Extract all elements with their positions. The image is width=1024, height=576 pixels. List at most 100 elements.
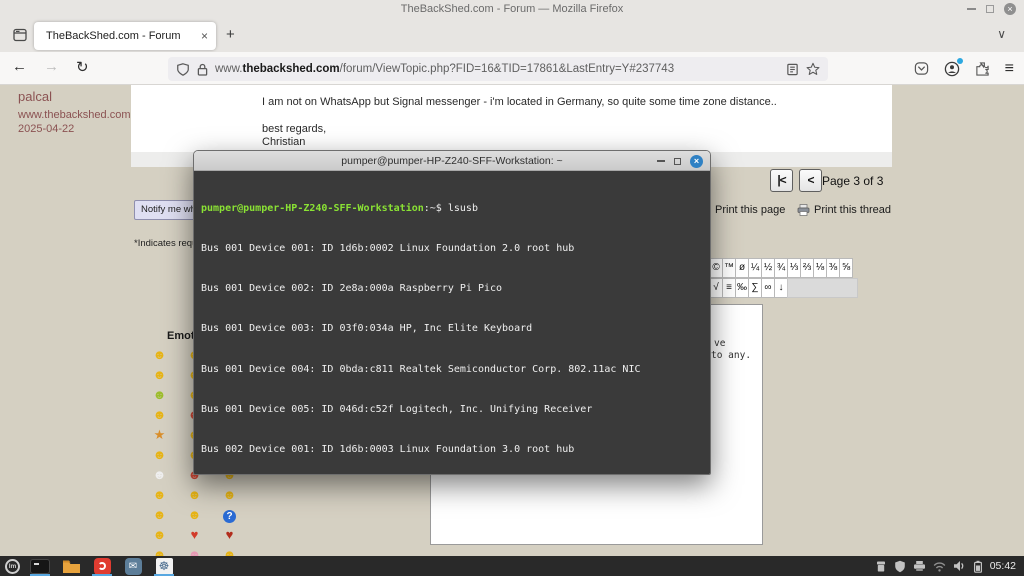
account-button[interactable]	[944, 61, 960, 77]
battery-icon[interactable]	[973, 560, 983, 573]
browser-app-icon	[94, 558, 111, 575]
emoticon[interactable]: ☻	[142, 485, 177, 505]
reload-button[interactable]: ↻	[76, 58, 89, 76]
print-page-link[interactable]: Print this page	[698, 204, 785, 216]
terminal-close-button[interactable]: ×	[690, 155, 703, 168]
emoticon[interactable]: ☻	[177, 485, 212, 505]
post-signature: best regards, Christian	[262, 123, 326, 149]
emoticon[interactable]: ★	[142, 425, 177, 445]
emoticon[interactable]: ☻	[142, 465, 177, 485]
char-cell[interactable]: ≡	[722, 278, 736, 298]
reader-mode-icon[interactable]	[786, 63, 799, 76]
char-cell[interactable]: ‰	[735, 278, 749, 298]
char-cell[interactable]: ↓	[774, 278, 788, 298]
terminal-prompt-line: pumper@pumper-HP-Z240-SFF-Workstation:~$…	[201, 202, 703, 215]
folder-icon	[62, 559, 81, 574]
close-button[interactable]: ×	[1004, 3, 1016, 15]
post-signature-line2: Christian	[262, 136, 326, 149]
char-cell[interactable]: ⅛	[813, 258, 827, 278]
char-cell[interactable]: ™	[722, 258, 736, 278]
tab-bar: TheBackShed.com - Forum × + ∨	[0, 18, 1024, 52]
emoticon[interactable]: ☻	[177, 505, 212, 525]
terminal-output-line: Bus 001 Device 005: ID 046d:c52f Logitec…	[201, 403, 703, 416]
package-update-icon[interactable]	[875, 560, 887, 573]
navigation-toolbar: ← → ↻ www.thebackshed.com/forum/ViewTopi…	[0, 52, 1024, 85]
firefox-titlebar: TheBackShed.com - Forum — Mozilla Firefo…	[0, 0, 1024, 18]
char-cell[interactable]: ∞	[761, 278, 775, 298]
emoticon[interactable]: ☻	[142, 445, 177, 465]
prev-page-button[interactable]: <	[799, 169, 822, 192]
pocket-icon[interactable]	[914, 61, 929, 76]
printer-tray-icon[interactable]	[913, 560, 926, 572]
char-cell[interactable]: ⅔	[800, 258, 814, 278]
char-cell[interactable]: ∑	[748, 278, 762, 298]
char-cell[interactable]: ©	[709, 258, 723, 278]
terminal-app-icon	[30, 559, 50, 574]
terminal-titlebar[interactable]: pumper@pumper-HP-Z240-SFF-Workstation: ~…	[194, 151, 710, 171]
terminal-output-line: Bus 001 Device 003: ID 03f0:034a HP, Inc…	[201, 322, 703, 335]
post-signature-line1: best regards,	[262, 123, 326, 136]
taskbar-browser-button[interactable]	[91, 557, 113, 575]
gear-icon: ☸	[156, 558, 173, 575]
mail-envelope-icon: ✉	[125, 558, 142, 575]
emoticon-heart[interactable]: ♥	[177, 525, 212, 545]
char-cell[interactable]: ½	[761, 258, 775, 278]
mint-menu-button[interactable]: lm	[5, 559, 20, 574]
char-cell[interactable]: √	[709, 278, 723, 298]
new-tab-button[interactable]: +	[226, 26, 235, 43]
terminal-output-line: Bus 002 Device 001: ID 1d6b:0003 Linux F…	[201, 443, 703, 456]
char-cell[interactable]: ¼	[748, 258, 762, 278]
emoticon[interactable]: ☻	[142, 525, 177, 545]
shield-icon[interactable]	[894, 560, 906, 573]
print-page-label: Print this page	[715, 204, 785, 216]
terminal-maximize-button[interactable]	[674, 158, 681, 165]
char-cell[interactable]: ø	[735, 258, 749, 278]
emoticon-broken-heart[interactable]: ♥	[212, 525, 247, 545]
app-menu-icon[interactable]: ≡	[1005, 60, 1014, 78]
taskbar-files-button[interactable]	[60, 557, 82, 575]
char-cell[interactable]: ¾	[774, 258, 788, 278]
char-cell[interactable]: ⅜	[826, 258, 840, 278]
emoticon[interactable]: ☻	[142, 385, 177, 405]
first-page-button[interactable]: |<	[770, 169, 793, 192]
tab-active[interactable]: TheBackShed.com - Forum ×	[34, 22, 216, 50]
char-cell[interactable]: ⅓	[787, 258, 801, 278]
char-cell[interactable]: ⅝	[839, 258, 853, 278]
tracking-shield-icon[interactable]	[176, 62, 190, 77]
url-bar[interactable]: www.thebackshed.com/forum/ViewTopic.php?…	[168, 57, 828, 81]
emoticon[interactable]: ☻	[142, 365, 177, 385]
minimize-button[interactable]	[967, 8, 976, 10]
emoticon[interactable]: ☻	[212, 485, 247, 505]
extensions-puzzle-icon[interactable]	[975, 61, 990, 76]
desktop: TheBackShed.com - Forum — Mozilla Firefo…	[0, 0, 1024, 576]
emoticon-question[interactable]: ?	[212, 505, 247, 525]
wifi-icon[interactable]	[933, 561, 946, 572]
maximize-button[interactable]	[986, 5, 994, 13]
terminal-output[interactable]: pumper@pumper-HP-Z240-SFF-Workstation:~$…	[194, 171, 710, 475]
bookmark-star-icon[interactable]	[806, 62, 820, 76]
system-tray: 05:42	[875, 560, 1024, 573]
emoticon[interactable]: ☻	[142, 405, 177, 425]
firefox-view-icon[interactable]	[12, 27, 28, 43]
author-date: 2025-04-22	[18, 123, 131, 135]
emoticon[interactable]: ☻	[142, 345, 177, 365]
terminal-window[interactable]: pumper@pumper-HP-Z240-SFF-Workstation: ~…	[193, 150, 711, 475]
volume-icon[interactable]	[953, 560, 966, 572]
url-text[interactable]: www.thebackshed.com/forum/ViewTopic.php?…	[215, 63, 779, 75]
taskbar-mail-button[interactable]: ✉	[122, 557, 144, 575]
author-name[interactable]: palcal	[18, 89, 131, 104]
list-tabs-chevron-icon[interactable]: ∨	[997, 27, 1006, 41]
taskbar-terminal-button[interactable]	[29, 557, 51, 575]
terminal-minimize-button[interactable]	[657, 160, 665, 162]
back-button[interactable]: ←	[12, 58, 27, 75]
printer-icon	[797, 204, 810, 216]
print-thread-link[interactable]: Print this thread	[797, 204, 891, 216]
taskbar-settings-button[interactable]: ☸	[153, 557, 175, 575]
post-author-block: palcal www.thebackshed.com 2025-04-22	[18, 89, 131, 135]
emoticon[interactable]: ☻	[142, 505, 177, 525]
clock[interactable]: 05:42	[990, 560, 1016, 572]
tab-close-icon[interactable]: ×	[195, 29, 208, 43]
account-notification-dot	[957, 58, 963, 64]
lock-icon[interactable]	[197, 63, 208, 76]
forward-button: →	[44, 58, 59, 75]
